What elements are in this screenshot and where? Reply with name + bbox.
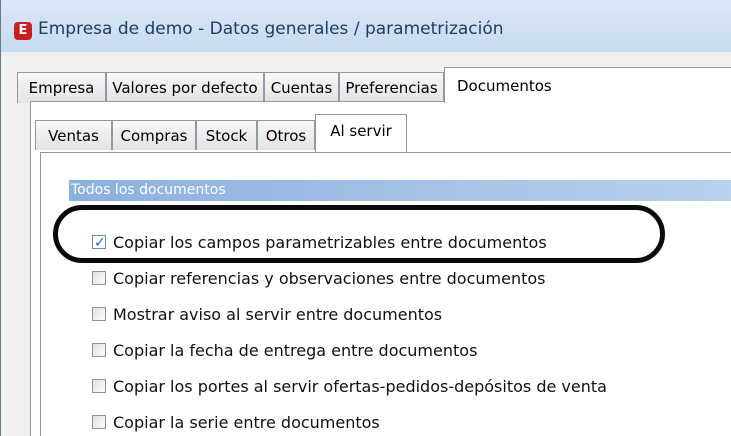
subtab-al-servir[interactable]: Al servir — [315, 114, 407, 152]
checkbox-checked[interactable]: ✓ — [92, 235, 106, 251]
app-logo-icon: E — [14, 22, 32, 40]
option-label: Copiar referencias y observaciones entre… — [113, 269, 546, 288]
checkbox[interactable] — [92, 271, 106, 285]
tab-documentos[interactable]: Documentos — [444, 67, 731, 103]
tab-valores-por-defecto[interactable]: Valores por defecto — [106, 72, 264, 103]
checkbox[interactable] — [92, 415, 106, 429]
title-bar[interactable]: E Empresa de demo - Datos generales / pa… — [1, 0, 731, 52]
option-label: Copiar la serie entre documentos — [113, 413, 380, 432]
settings-window: E Empresa de demo - Datos generales / pa… — [0, 0, 731, 436]
option-label: Copiar los portes al servir ofertas-pedi… — [113, 377, 607, 396]
checkmark-icon: ✓ — [94, 235, 106, 251]
option-label: Mostrar aviso al servir entre documentos — [113, 305, 443, 324]
subtab-ventas[interactable]: Ventas — [35, 120, 112, 150]
tab-cuentas[interactable]: Cuentas — [264, 72, 339, 103]
subtab-compras[interactable]: Compras — [112, 120, 196, 150]
option-label: Copiar la fecha de entrega entre documen… — [113, 341, 478, 360]
subtab-otros[interactable]: Otros — [257, 120, 315, 150]
section-header-todos-los-documentos: Todos los documentos — [69, 180, 731, 201]
window-title: Empresa de demo - Datos generales / para… — [38, 19, 504, 39]
option-label: Copiar los campos parametrizables entre … — [113, 233, 547, 252]
checkbox[interactable] — [92, 343, 106, 357]
subtab-stock[interactable]: Stock — [196, 120, 257, 150]
tab-preferencias[interactable]: Preferencias — [339, 72, 444, 103]
tab-empresa[interactable]: Empresa — [17, 72, 106, 103]
checkbox[interactable] — [92, 379, 106, 393]
checkbox[interactable] — [92, 307, 106, 321]
